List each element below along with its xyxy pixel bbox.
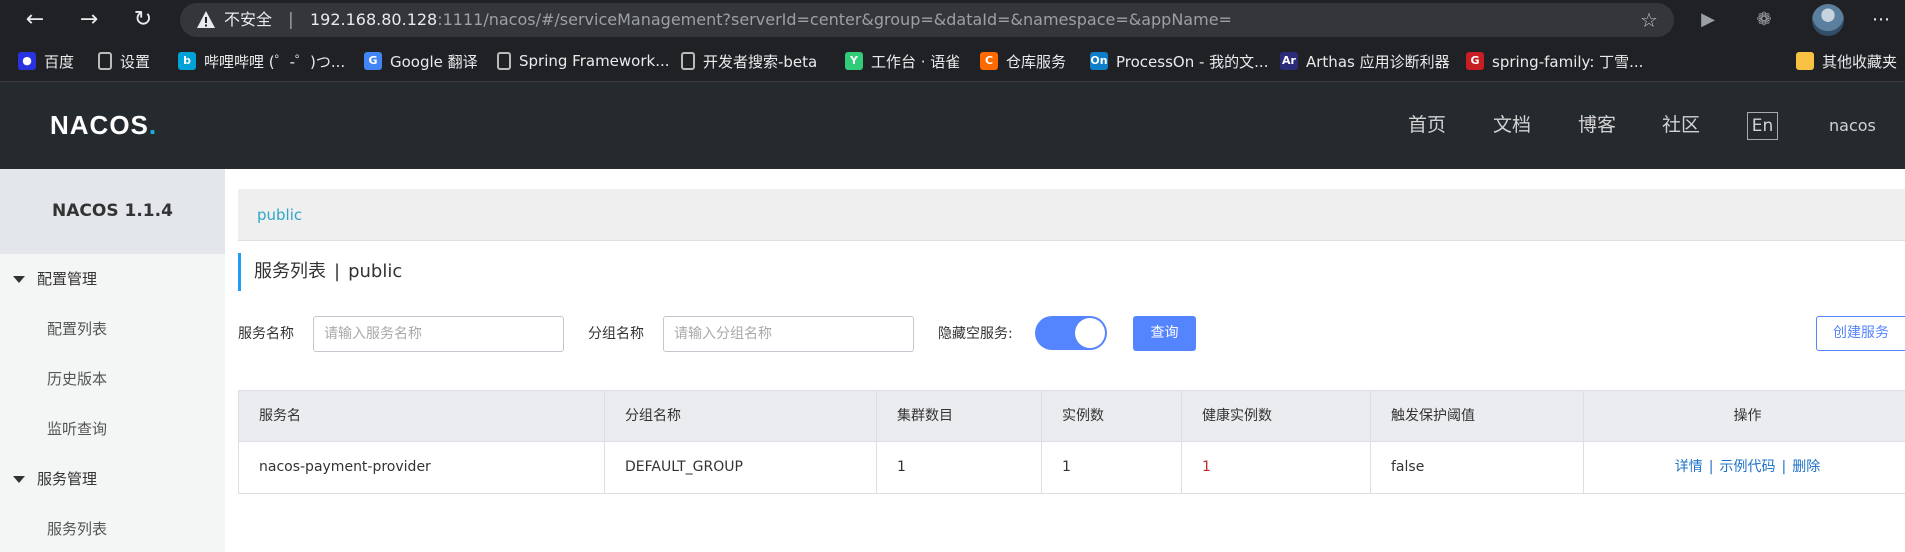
cell-group-name: DEFAULT_GROUP xyxy=(625,459,743,475)
create-service-button[interactable]: 创建服务 xyxy=(1816,316,1905,351)
col-protect-threshold: 触发保护阈值 xyxy=(1391,408,1475,424)
cell-service-name: nacos-payment-provider xyxy=(259,459,431,475)
toggle-knob xyxy=(1075,318,1105,348)
bookmark-google-translate[interactable]: G Google 翻译 xyxy=(364,40,478,82)
service-name-label: 服务名称 xyxy=(238,326,294,342)
col-cluster-count: 集群数目 xyxy=(897,408,953,424)
processon-icon: On xyxy=(1090,52,1108,70)
query-button[interactable]: 查询 xyxy=(1133,316,1196,351)
group-name-input[interactable] xyxy=(663,316,914,352)
service-name-input[interactable] xyxy=(313,316,564,352)
bookmark-gitee[interactable]: Gspring-family: 丁雪... xyxy=(1466,40,1643,82)
nav-home[interactable]: 首页 xyxy=(1408,82,1446,169)
arthas-icon: Ar xyxy=(1280,52,1298,70)
play-icon[interactable]: ▶ xyxy=(1694,6,1722,34)
nav-community[interactable]: 社区 xyxy=(1662,82,1700,169)
bookmark-settings[interactable]: 设置 xyxy=(98,40,150,82)
aliyun-icon: C xyxy=(980,52,998,70)
delete-link[interactable]: 删除 xyxy=(1792,459,1820,475)
bookmark-dev-search[interactable]: 开发者搜索-beta xyxy=(681,40,817,82)
browser-toolbar: ← → ↻ 不安全 | 192.168.80.128:1111/nacos/#/… xyxy=(0,0,1905,40)
url-text[interactable]: 192.168.80.128:1111/nacos/#/serviceManag… xyxy=(310,3,1232,37)
address-separator: | xyxy=(288,10,294,30)
bookmark-bilibili[interactable]: b 哔哩哔哩 (゜-゜)つ... xyxy=(178,40,345,82)
baidu-icon: ● xyxy=(18,52,36,70)
profile-avatar[interactable] xyxy=(1812,4,1844,36)
hide-empty-label: 隐藏空服务: xyxy=(938,326,1013,342)
sidebar-group-config[interactable]: 配置管理 xyxy=(0,254,225,304)
bookmark-baidu[interactable]: ● 百度 xyxy=(18,40,74,82)
nacos-header: NACOS. 首页 文档 博客 社区 En nacos xyxy=(0,82,1905,169)
namespace-tab-public[interactable]: public xyxy=(257,189,302,241)
caret-down-icon xyxy=(13,476,25,483)
google-translate-icon: G xyxy=(364,52,382,70)
bookmark-processon[interactable]: On ProcessOn - 我的文... xyxy=(1090,40,1268,82)
op-separator: | xyxy=(1708,459,1714,475)
user-name[interactable]: nacos xyxy=(1829,82,1876,169)
gitee-icon: G xyxy=(1466,52,1484,70)
page-title: 服务列表 | public xyxy=(238,253,402,291)
yuque-icon: Y xyxy=(845,52,863,70)
extensions-icon[interactable]: ❁ xyxy=(1750,6,1778,34)
cell-operations: 详情 | 示例代码 | 删除 xyxy=(1584,442,1905,493)
sample-code-link[interactable]: 示例代码 xyxy=(1720,459,1776,475)
forward-icon[interactable]: → xyxy=(74,5,104,35)
cell-cluster-count: 1 xyxy=(897,459,906,475)
col-service-name: 服务名 xyxy=(259,408,301,424)
cell-instance-count: 1 xyxy=(1062,459,1071,475)
reload-icon[interactable]: ↻ xyxy=(128,5,158,35)
bookmarks-bar: ● 百度 设置 b 哔哩哔哩 (゜-゜)つ... G Google 翻译 Spring… xyxy=(0,40,1905,82)
sidebar-item-history[interactable]: 历史版本 xyxy=(0,354,225,404)
sidebar: NACOS 1.1.4 配置管理 配置列表 历史版本 监听查询 服务管理 服务列… xyxy=(0,169,225,552)
bilibili-icon: b xyxy=(178,52,196,70)
folder-icon xyxy=(1796,52,1814,70)
file-icon xyxy=(681,52,695,70)
col-group-name: 分组名称 xyxy=(625,408,681,424)
sidebar-item-config-list[interactable]: 配置列表 xyxy=(0,304,225,354)
sidebar-group-service[interactable]: 服务管理 xyxy=(0,454,225,504)
bookmark-yuque[interactable]: Y 工作台 · 语雀 xyxy=(845,40,960,82)
warning-icon[interactable] xyxy=(196,10,216,30)
address-bar[interactable]: 不安全 | 192.168.80.128:1111/nacos/#/servic… xyxy=(180,3,1674,37)
file-icon xyxy=(497,52,511,70)
sidebar-title: NACOS 1.1.4 xyxy=(0,169,225,254)
op-separator: | xyxy=(1781,459,1787,475)
sidebar-item-listener-query[interactable]: 监听查询 xyxy=(0,404,225,454)
language-switch[interactable]: En xyxy=(1747,112,1778,140)
back-icon[interactable]: ← xyxy=(20,5,50,35)
col-operations: 操作 xyxy=(1733,408,1762,424)
nav-blog[interactable]: 博客 xyxy=(1578,82,1616,169)
star-add-icon[interactable]: ☆ xyxy=(1638,9,1660,31)
namespace-bar: public xyxy=(238,189,1905,241)
col-healthy-count: 健康实例数 xyxy=(1202,408,1272,424)
cell-protect-threshold: false xyxy=(1391,459,1425,475)
sidebar-item-service-list[interactable]: 服务列表 xyxy=(0,504,225,552)
cell-healthy-count: 1 xyxy=(1202,459,1211,475)
detail-link[interactable]: 详情 xyxy=(1675,459,1703,475)
caret-down-icon xyxy=(13,276,25,283)
nav-docs[interactable]: 文档 xyxy=(1493,82,1531,169)
bookmark-aliyun[interactable]: C 仓库服务 xyxy=(980,40,1066,82)
table-row: nacos-payment-provider DEFAULT_GROUP 1 1… xyxy=(238,442,1905,494)
bookmark-spring[interactable]: Spring Framework... xyxy=(497,40,670,82)
bookmark-other-folder[interactable]: 其他收藏夹 xyxy=(1796,40,1897,82)
insecure-label[interactable]: 不安全 xyxy=(224,3,272,37)
table-header: 服务名 分组名称 集群数目 实例数 健康实例数 触发保护阈值 操作 xyxy=(238,390,1905,442)
hide-empty-toggle[interactable] xyxy=(1035,316,1107,350)
menu-icon[interactable]: ⋯ xyxy=(1867,6,1895,34)
bookmark-arthas[interactable]: Ar Arthas 应用诊断利器 xyxy=(1280,40,1450,82)
col-instance-count: 实例数 xyxy=(1062,408,1104,424)
group-name-label: 分组名称 xyxy=(588,326,644,342)
nacos-logo[interactable]: NACOS. xyxy=(50,82,157,169)
file-icon xyxy=(98,52,112,70)
